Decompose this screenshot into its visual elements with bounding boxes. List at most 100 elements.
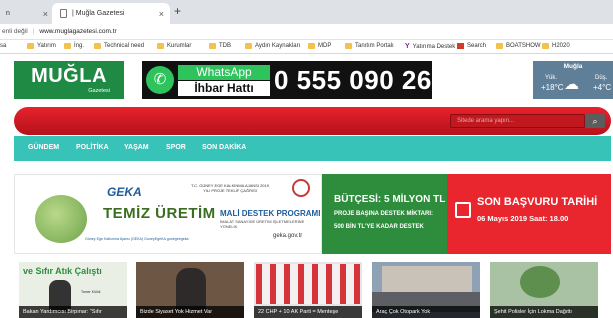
browser-tab-bar: n × | Muğla Gazetesi × + [0, 0, 613, 24]
browser-tab-previous[interactable]: n × [0, 3, 52, 24]
whatsapp-banner[interactable]: ✆ WhatsApp İhbar Hattı 0 555 090 26 48 [142, 61, 432, 125]
folder-icon [542, 43, 549, 49]
site-page: MUĞLA Gazetesi ✆ WhatsApp İhbar Hattı 0 … [0, 55, 613, 318]
news-card[interactable]: Bizde Siyaset Yok Hizmet Var [136, 262, 244, 318]
org-small-text: T.C. GÜNEY EGE KALKINMA AJANSI 2019 YILI… [191, 183, 269, 193]
nav-item-spor[interactable]: SPOR [166, 144, 186, 151]
bookmark-label: Search [467, 43, 487, 49]
search-icon: ⌕ [592, 116, 598, 126]
support-label: PROJE BAŞINA DESTEK MİKTARI: [334, 211, 434, 217]
address-separator: | [32, 28, 35, 35]
bookmark-label: Tanıtım Portalı [355, 43, 394, 49]
mali-destek-title: MALİ DESTEK PROGRAMI [220, 209, 321, 218]
nav-item-son-dakika[interactable]: SON DAKİKA [202, 144, 246, 151]
close-tab-icon[interactable]: × [43, 9, 48, 19]
yahoo-icon: Y [405, 43, 410, 50]
news-caption[interactable]: Araç Çok Otopark Yok [372, 306, 480, 318]
news-image [256, 264, 360, 304]
news-caption[interactable]: Bizde Siyaset Yok Hizmet Var [136, 306, 244, 318]
bookmarks-bar: sa Yatırım İng. Technical need Kurumlar TDB Ay… [0, 40, 613, 54]
weather-high-label: Yük. [545, 75, 558, 81]
news-card[interactable]: ve Sıfır Atık Çalıştı Tamer Kölük Bakan … [19, 262, 127, 318]
bookmark-item[interactable]: Aydın Kaynakları [245, 43, 300, 49]
geka-url: geka.gov.tr [273, 233, 303, 239]
weather-high-value: +18°C [541, 83, 564, 92]
bookmark-item[interactable]: Yatırım [27, 43, 56, 49]
bookmark-label: İng. [74, 43, 85, 49]
news-image [382, 266, 472, 294]
bookmark-label: Yatırıma Destek [412, 43, 456, 50]
bookmark-item[interactable]: İng. [64, 43, 84, 49]
weather-low-value: +4°C [593, 83, 612, 92]
calendar-icon [455, 202, 471, 218]
search-favicon [457, 43, 464, 49]
geka-logo: GEKA [107, 185, 142, 199]
nav-item-yasam[interactable]: YAŞAM [124, 144, 149, 151]
bookmark-item[interactable]: Technical need [94, 43, 144, 49]
bookmark-label: Technical need [104, 43, 145, 49]
weather-widget: Muğla Yük. Düş. +18°C +4°C ☁ [533, 61, 613, 99]
news-image [176, 268, 206, 310]
bookmark-label: Aydın Kaynakları [255, 43, 301, 49]
news-caption[interactable]: Şehit Polisler İçin Lokma Dağıttı [490, 306, 598, 318]
bookmark-item[interactable]: Kurumlar [157, 43, 191, 49]
plant-image [35, 195, 87, 243]
person-name: Tamer Kölük [81, 290, 101, 294]
search-button[interactable]: ⌕ [585, 114, 605, 128]
bookmark-item[interactable]: Tanıtım Portalı [345, 43, 394, 49]
news-image-overlay-text: ve Sıfır Atık Çalıştı [23, 266, 102, 276]
bookmark-label: TDB [219, 43, 231, 49]
geka-ad-banner[interactable]: GEKA TEMİZ ÜRETİM T.C. GÜNEY EGE KALKINM… [14, 174, 611, 254]
bookmark-label: BOATSHOW [506, 43, 541, 49]
logo-title: MUĞLA [31, 65, 107, 87]
folder-icon [308, 43, 315, 49]
whatsapp-icon: ✆ [146, 66, 174, 94]
tab-title: n [6, 10, 10, 17]
mali-destek-subtitle: İMALAT SANAYİDE ÜRETİM İŞLETMELERİNE YÖN… [220, 219, 305, 229]
news-image [520, 266, 560, 298]
folder-icon [209, 43, 216, 49]
bookmark-label: Kurumlar [167, 43, 192, 49]
site-logo[interactable]: MUĞLA Gazetesi [14, 61, 124, 99]
bookmark-item[interactable]: H2020 [542, 43, 570, 49]
ad-green-panel: BÜTÇESİ: 5 MİLYON TL PROJE BAŞINA DESTEK… [322, 174, 447, 254]
address-bar[interactable]: enli değil | www.muglagazetesi.com.tr [0, 24, 613, 40]
temiz-uretim-title: TEMİZ ÜRETİM [103, 205, 216, 222]
news-card[interactable]: Şehit Polisler İçin Lokma Dağıttı [490, 262, 598, 318]
bookmark-item[interactable]: sa [0, 43, 6, 49]
folder-icon [245, 43, 252, 49]
bookmark-item[interactable]: Y Yatırıma Destek [405, 43, 455, 50]
social-logos-text: Güney Ege Kalkınma Ajansı (GEKA) GuneyEg… [85, 237, 189, 241]
tab-title: | Muğla Gazetesi [72, 10, 125, 17]
bookmark-item[interactable]: BOATSHOW [496, 43, 541, 49]
page-icon [60, 9, 67, 18]
close-tab-icon[interactable]: × [159, 9, 164, 19]
folder-icon [94, 43, 101, 49]
news-strip: ve Sıfır Atık Çalıştı Tamer Kölük Bakan … [14, 262, 611, 318]
weather-low-label: Düş. [595, 75, 608, 81]
search-input[interactable]: Sitede arama yapın... [450, 114, 585, 128]
browser-tab-active[interactable]: | Muğla Gazetesi × [52, 3, 170, 24]
bookmark-label: MDP [318, 43, 332, 49]
folder-icon [157, 43, 164, 49]
bookmark-item[interactable]: TDB [209, 43, 231, 49]
new-tab-button[interactable]: + [174, 4, 181, 18]
ihbar-label: İhbar Hattı [178, 81, 270, 96]
deadline-title: SON BAŞVURU TARİHİ [477, 196, 598, 208]
support-amount: 500 BİN TL'YE KADAR DESTEK [334, 224, 424, 230]
bookmark-item[interactable]: MDP [308, 43, 331, 49]
nav-item-politika[interactable]: POLİTİKA [76, 144, 109, 151]
news-caption[interactable]: Bakan Yardımcısı Birpınar: "Sıfır [19, 306, 127, 318]
bookmark-item[interactable]: Search [457, 43, 486, 49]
logo-subtitle: Gazetesi [88, 88, 110, 94]
weather-city: Muğla [563, 63, 583, 70]
whatsapp-label: WhatsApp [178, 65, 270, 80]
news-caption[interactable]: 22 CHP + 10 AK Parti = Menteşe [254, 306, 362, 318]
address-url[interactable]: www.muglagazetesi.com.tr [39, 28, 116, 35]
security-indicator[interactable]: enli değil [2, 28, 28, 35]
folder-icon [64, 43, 71, 49]
ad-red-panel: SON BAŞVURU TARİHİ 06 Mayıs 2019 Saat: 1… [447, 174, 611, 254]
news-card[interactable]: 22 CHP + 10 AK Parti = Menteşe [254, 262, 362, 318]
nav-item-gundem[interactable]: GÜNDEM [28, 144, 59, 151]
news-card[interactable]: Araç Çok Otopark Yok [372, 262, 480, 318]
